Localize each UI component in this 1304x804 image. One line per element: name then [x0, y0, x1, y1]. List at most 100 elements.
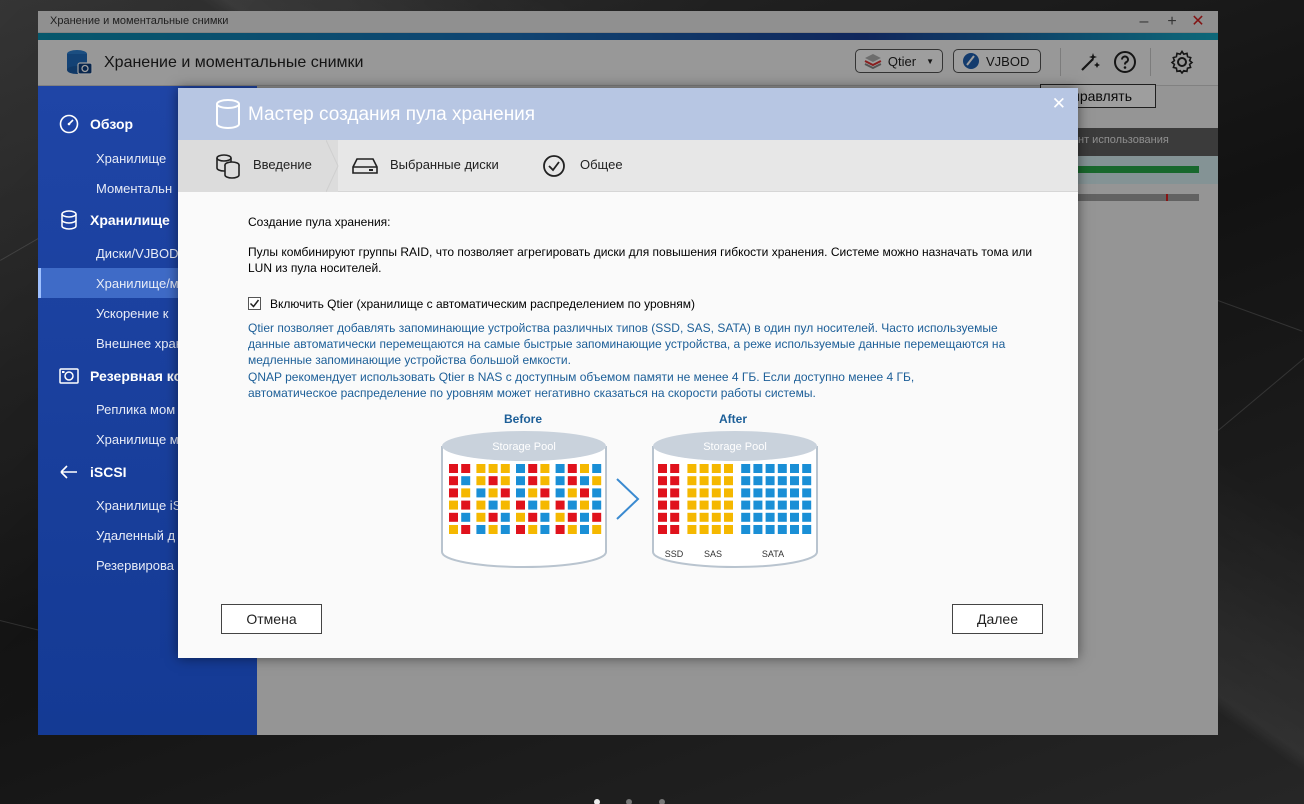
qtier-checkbox[interactable]: [248, 297, 261, 310]
sidebar-item-label: Хранилище м: [96, 432, 179, 447]
disk-block: [592, 500, 602, 510]
disk-block: [500, 512, 510, 522]
step-selected-disks: Выбранные диски: [390, 157, 499, 172]
disk-block: [670, 464, 680, 473]
disk-block: [670, 500, 680, 510]
dialog-title: Мастер создания пула хранения: [248, 104, 536, 125]
disk-drive-icon: [352, 158, 378, 174]
disk-block: [540, 476, 550, 486]
disk-block: [580, 464, 589, 473]
disk-block: [777, 488, 787, 498]
disk-block: [741, 525, 751, 534]
disk-block: [765, 476, 775, 486]
disk-block: [528, 464, 538, 473]
disk-block: [741, 512, 751, 522]
storage-pool-wizard-dialog: Мастер создания пула хранения ✕ Введение…: [178, 88, 1078, 658]
disk-block: [777, 525, 787, 534]
disk-block: [540, 488, 550, 498]
disk-block: [790, 488, 799, 498]
disk-block: [753, 512, 763, 522]
qtier-info-text: Qtier позволяет добавлять запоминающие у…: [248, 321, 1006, 367]
disk-block: [516, 488, 525, 498]
disk-block: [670, 488, 680, 498]
disk-block: [724, 500, 733, 510]
disk-block: [476, 512, 486, 522]
disk-block: [711, 464, 721, 473]
disk-block: [790, 525, 799, 534]
disk-block: [540, 512, 550, 522]
disk-block: [790, 464, 799, 473]
description-text: Пулы комбинируют группы RAID, что позвол…: [248, 245, 1033, 275]
disk-block: [711, 512, 721, 522]
disk-block: [567, 500, 577, 510]
disk-block: [802, 525, 812, 534]
disk-block: [449, 464, 458, 473]
qtier-checkbox-label[interactable]: Включить Qtier (хранилище с автоматическ…: [270, 296, 695, 312]
disk-block: [476, 476, 486, 486]
sidebar-item-label: Диски/VJBOD: [96, 246, 179, 261]
disk-block: [528, 488, 538, 498]
disk-block: [802, 476, 812, 486]
disk-block: [580, 476, 589, 486]
disk-block: [555, 525, 565, 534]
disk-block: [711, 500, 721, 510]
disk-block: [555, 476, 565, 486]
disk-block: [516, 476, 525, 486]
disk-block: [802, 512, 812, 522]
disk-block: [699, 525, 709, 534]
disk-block: [802, 500, 812, 510]
sidebar-item-label: Хранилище: [90, 212, 170, 228]
disk-block: [488, 525, 498, 534]
disk-block: [699, 464, 709, 473]
disk-block: [500, 476, 510, 486]
disk-block: [461, 500, 471, 510]
disk-block: [699, 488, 709, 498]
disk-block: [765, 488, 775, 498]
step-summary: Общее: [580, 157, 623, 172]
tier-label-sas: SAS: [704, 549, 722, 559]
disk-block: [658, 464, 667, 473]
disk-block: [687, 464, 697, 473]
disk-block: [555, 464, 565, 473]
disk-block: [488, 488, 498, 498]
disk-block: [476, 488, 486, 498]
disk-block: [724, 476, 733, 486]
disk-block: [488, 512, 498, 522]
disk-block: [567, 488, 577, 498]
next-button[interactable]: Далее: [952, 604, 1043, 634]
disk-block: [567, 512, 577, 522]
dialog-close-icon[interactable]: ✕: [1052, 94, 1066, 114]
sidebar-item-label: Внешнее хран: [96, 336, 183, 351]
disk-block: [658, 476, 667, 486]
chevron-right-icon: [616, 478, 640, 520]
database-stack-icon: [216, 154, 240, 179]
disk-block: [500, 464, 510, 473]
disk-block: [592, 464, 602, 473]
database-icon: [216, 99, 240, 129]
disk-block: [555, 488, 565, 498]
tier-label-sata: SATA: [762, 549, 784, 559]
disk-block: [802, 464, 812, 473]
disk-block: [567, 464, 577, 473]
disk-block: [699, 512, 709, 522]
disk-block: [461, 476, 471, 486]
sidebar-item-label: Обзор: [90, 116, 134, 132]
disk-block: [555, 500, 565, 510]
disk-block: [724, 464, 733, 473]
disk-block: [476, 525, 486, 534]
disk-block: [488, 476, 498, 486]
disk-block: [699, 500, 709, 510]
disk-block: [753, 464, 763, 473]
disk-block: [802, 488, 812, 498]
disk-block: [580, 525, 589, 534]
disk-block: [580, 512, 589, 522]
disk-block: [724, 525, 733, 534]
cancel-button[interactable]: Отмена: [221, 604, 322, 634]
disk-block: [790, 512, 799, 522]
disk-block: [670, 512, 680, 522]
disk-block: [753, 500, 763, 510]
dialog-header: Мастер создания пула хранения ✕: [178, 88, 1078, 140]
disk-block: [461, 464, 471, 473]
disk-block: [555, 512, 565, 522]
disk-block: [777, 500, 787, 510]
